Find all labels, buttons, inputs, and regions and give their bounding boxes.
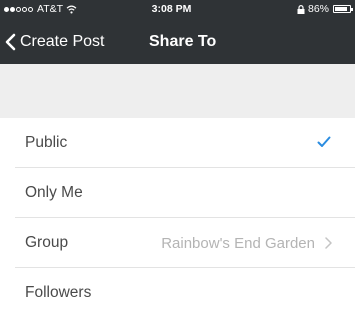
status-bar: AT&T 3:08 PM 86% — [0, 0, 355, 20]
option-only-me[interactable]: Only Me — [0, 168, 355, 218]
section-spacer — [0, 64, 355, 118]
status-right: 86% — [297, 3, 353, 15]
lock-rotation-icon — [297, 4, 305, 14]
option-label: Public — [25, 134, 68, 151]
option-public[interactable]: Public — [0, 118, 355, 168]
checkmark-icon — [317, 136, 331, 147]
navigation-bar: Create Post Share To — [0, 20, 355, 64]
page-title: Share To — [149, 33, 217, 50]
option-label: Only Me — [25, 184, 83, 201]
back-label: Create Post — [20, 33, 105, 50]
battery-cap — [351, 8, 353, 11]
battery-level — [335, 7, 347, 11]
share-options-list: Public Only Me Group Rainbow's End Garde… — [0, 118, 355, 317]
battery-icon — [333, 5, 353, 13]
selected-group-name: Rainbow's End Garden — [161, 234, 315, 252]
option-label: Followers — [25, 284, 92, 301]
app-header: AT&T 3:08 PM 86% Create Post Share To — [0, 0, 355, 64]
back-button[interactable]: Create Post — [4, 20, 104, 64]
option-followers[interactable]: Followers — [0, 268, 355, 318]
option-group[interactable]: Group Rainbow's End Garden — [0, 218, 355, 268]
option-label: Group — [25, 234, 69, 251]
chevron-left-icon — [5, 33, 16, 51]
chevron-right-icon — [325, 237, 332, 249]
battery-percent: 86% — [307, 3, 329, 15]
